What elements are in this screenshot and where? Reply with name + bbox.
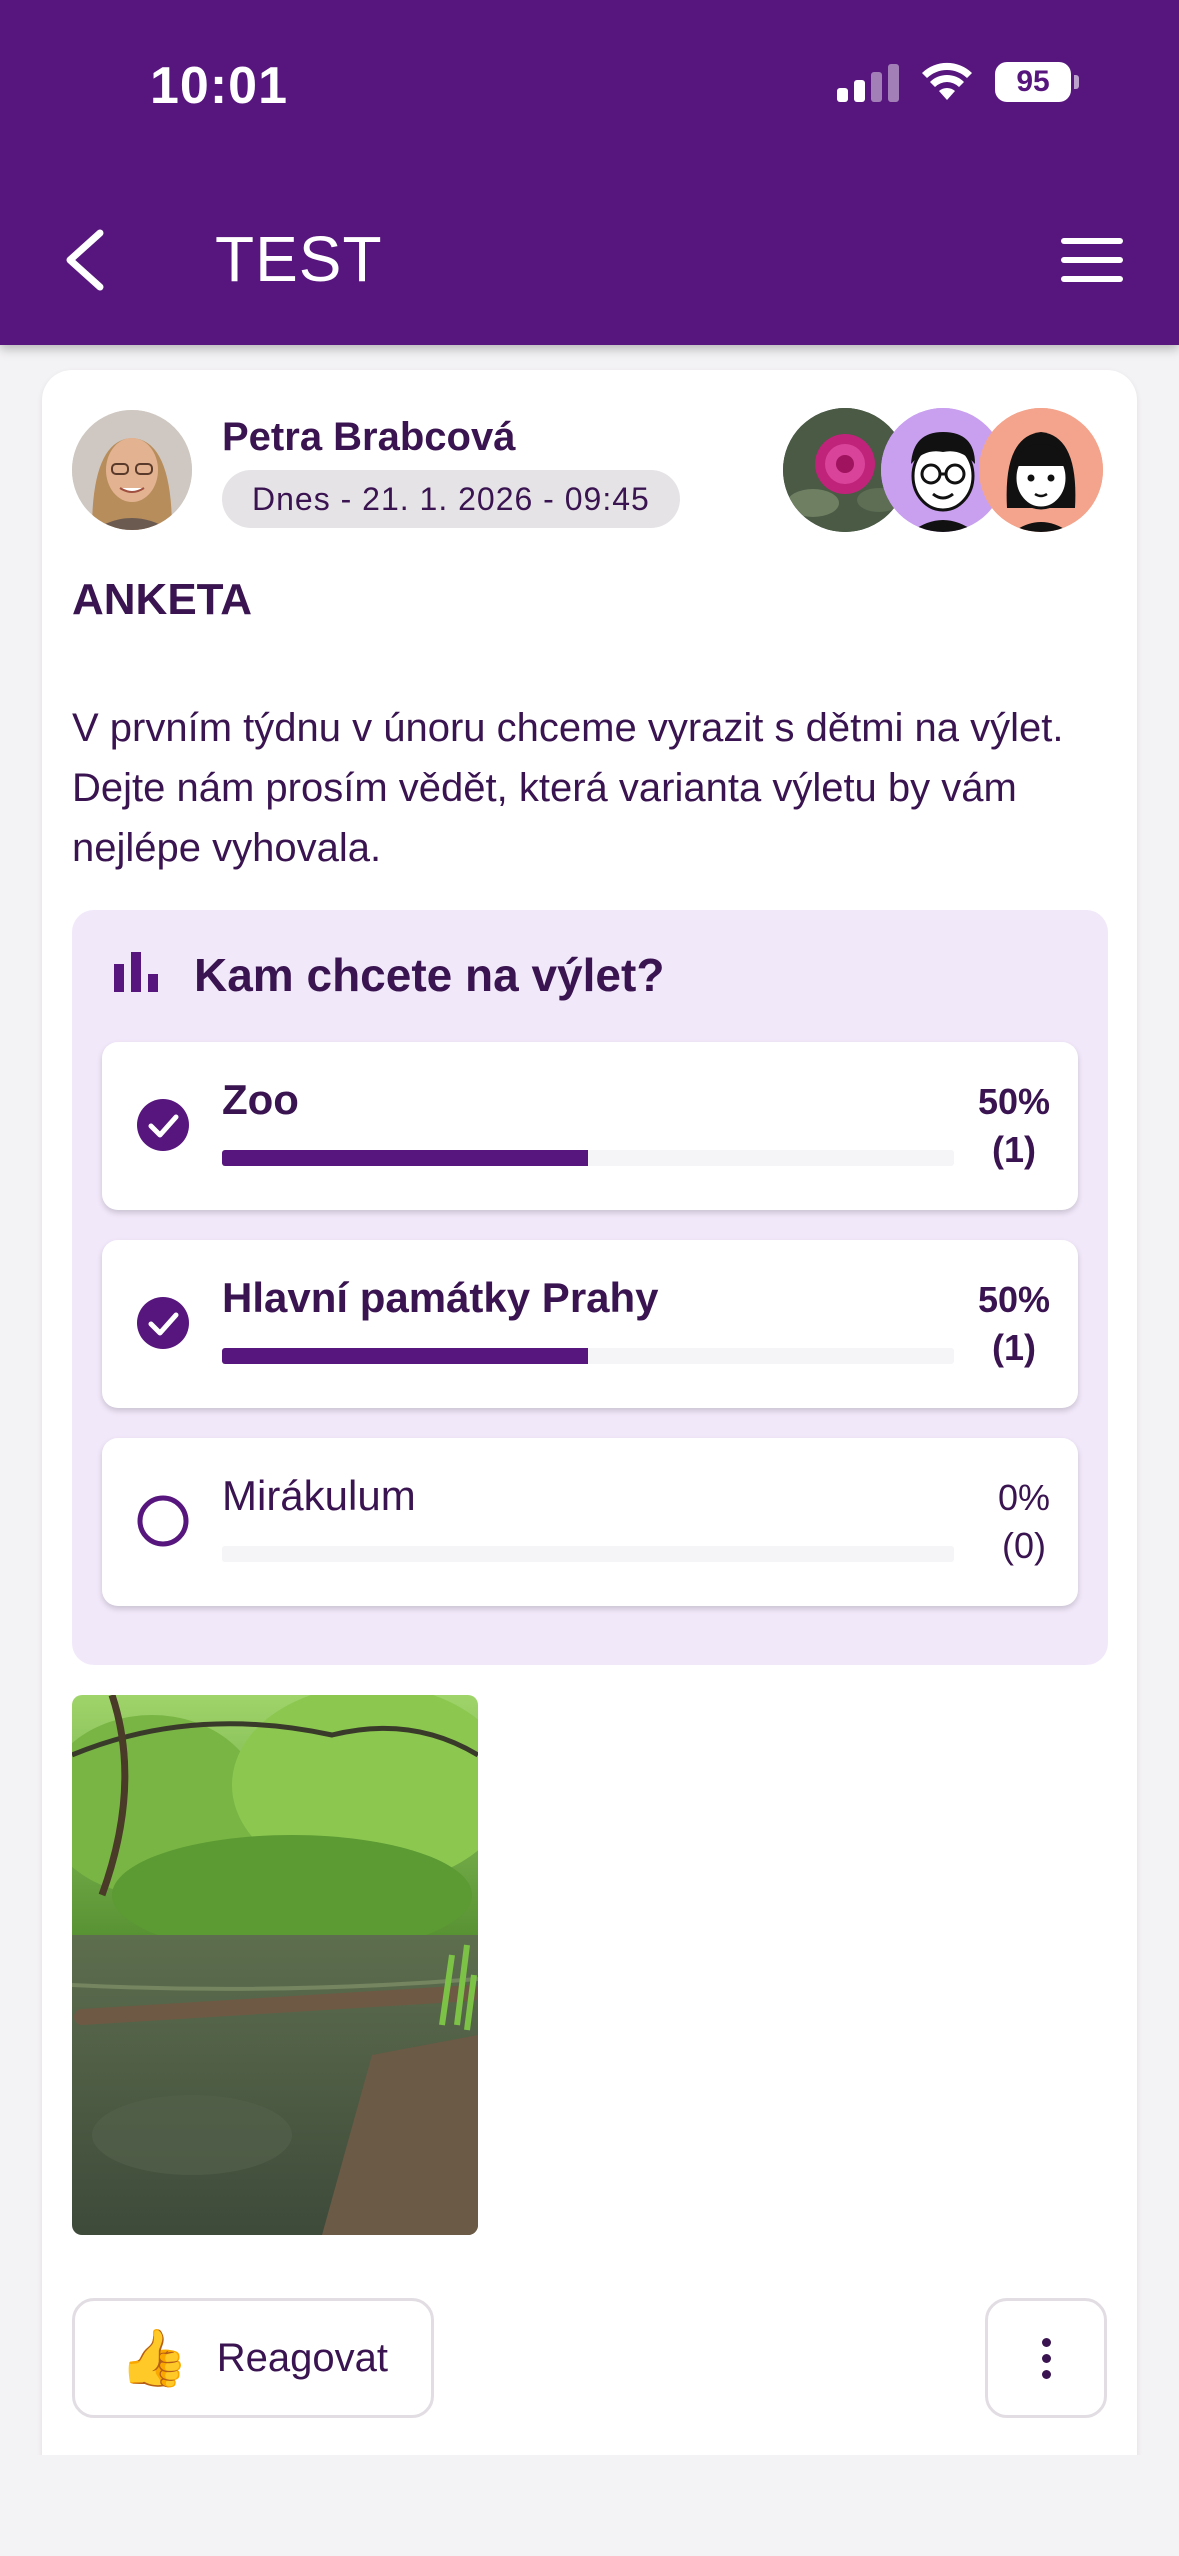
poll-option-progress-fill: [222, 1150, 588, 1166]
battery-icon: 95: [995, 62, 1079, 102]
poll-option-result: 50% (1): [978, 1078, 1050, 1174]
poll-option-progress-fill: [222, 1348, 588, 1364]
hamburger-menu-icon[interactable]: [1061, 238, 1123, 282]
poll-option-progress: [222, 1546, 954, 1562]
back-chevron-icon[interactable]: [56, 225, 116, 295]
react-button[interactable]: 👍 Reagovat: [72, 2298, 434, 2418]
empty-circle-icon[interactable]: [136, 1494, 190, 1548]
participants-avatars[interactable]: [783, 408, 1103, 532]
status-icons: 95: [837, 62, 1079, 102]
poll-option[interactable]: Zoo 50% (1): [102, 1042, 1078, 1210]
poll-option-label: Zoo: [222, 1076, 299, 1123]
poll-option-progress: [222, 1348, 954, 1364]
poll-option-count: (0): [1001, 1525, 1046, 1566]
poll-option-count: (1): [991, 1129, 1036, 1170]
girl-avatar: [979, 408, 1103, 532]
app-header: 10:01 95 TEST: [0, 0, 1179, 345]
poll-option[interactable]: Mirákulum 0% (0): [102, 1438, 1078, 1606]
poll-option-label: Mirákulum: [222, 1472, 416, 1519]
page-title: TEST: [215, 223, 383, 295]
post-image[interactable]: [72, 1695, 478, 2235]
post-card: Petra Brabcová Dnes - 21. 1. 2026 - 09:4…: [42, 370, 1137, 2556]
poll-option-result: 0% (0): [998, 1474, 1050, 1570]
poll-option-progress: [222, 1150, 954, 1166]
thumbs-up-icon: 👍: [119, 2326, 189, 2389]
poll-option-result: 50% (1): [978, 1276, 1050, 1372]
checked-circle-icon[interactable]: [136, 1296, 190, 1350]
poll-option-label: Hlavní památky Prahy: [222, 1274, 659, 1321]
poll: Kam chcete na výlet? Zoo 50% (1) Hlavní …: [72, 910, 1108, 1665]
more-options-button[interactable]: [985, 2298, 1107, 2418]
status-time: 10:01: [150, 57, 288, 115]
post-title: ANKETA: [72, 575, 253, 624]
react-button-label: Reagovat: [216, 2335, 388, 2380]
poll-question: Kam chcete na výlet?: [194, 949, 665, 1001]
poll-option-percent: 50%: [977, 1279, 1050, 1320]
more-vertical-icon: [1041, 2337, 1051, 2347]
poll-option-count: (1): [991, 1327, 1036, 1368]
author-name[interactable]: Petra Brabcová: [222, 415, 515, 460]
signal-icon: [837, 62, 899, 102]
wifi-icon: [922, 62, 972, 100]
bar-chart-icon: [114, 952, 158, 992]
poll-option-percent: 50%: [977, 1081, 1050, 1122]
battery-level: 95: [995, 62, 1071, 102]
post-date-badge: Dnes - 21. 1. 2026 - 09:45: [222, 470, 680, 528]
post-body: V prvním týdnu v únoru chceme vyrazit s …: [72, 706, 1064, 870]
author-avatar[interactable]: [72, 410, 192, 530]
checked-circle-icon[interactable]: [136, 1098, 190, 1152]
poll-option[interactable]: Hlavní památky Prahy 50% (1): [102, 1240, 1078, 1408]
poll-option-percent: 0%: [997, 1477, 1050, 1518]
page-bottom: [0, 2455, 1179, 2556]
